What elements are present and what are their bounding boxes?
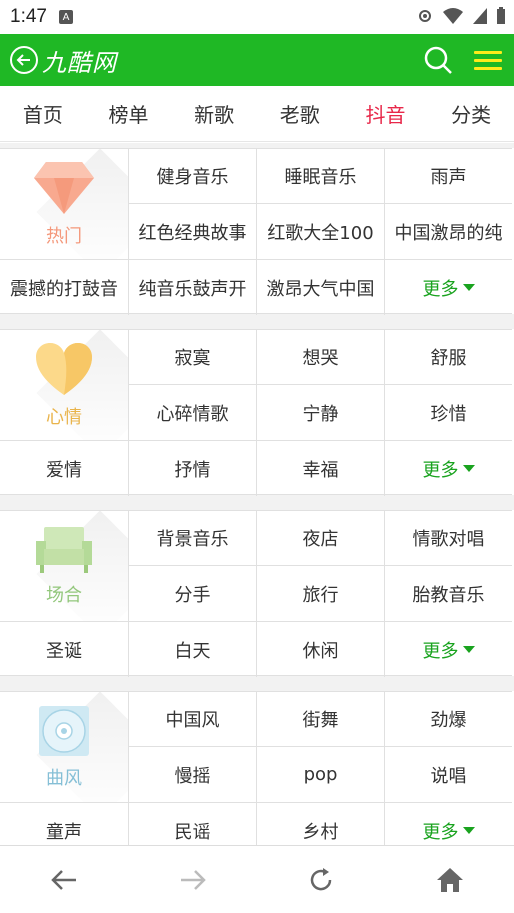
search-icon[interactable] — [418, 40, 458, 80]
tab-categories[interactable]: 分类 — [451, 99, 491, 128]
bottom-nav — [0, 845, 514, 913]
arrow-right-icon[interactable] — [163, 855, 223, 905]
more-label: 更多 — [422, 278, 459, 300]
back-circle-icon[interactable] — [10, 46, 38, 74]
tag-item[interactable]: 胎教音乐 — [385, 566, 512, 622]
caret-down-icon — [462, 646, 475, 653]
tag-item[interactable]: 中国激昂的纯 — [385, 204, 512, 260]
more-label: 更多 — [422, 640, 459, 662]
signal-icon — [473, 8, 487, 24]
tag-item[interactable]: 舒服 — [385, 330, 512, 385]
tag-item[interactable]: 心碎情歌 — [129, 385, 257, 441]
category-hot[interactable]: 热门 — [0, 149, 129, 260]
category-occasion[interactable]: 场合 — [0, 511, 129, 622]
tag-item[interactable]: 休闲 — [257, 622, 385, 677]
tag-item[interactable]: 街舞 — [257, 692, 385, 747]
tab-charts[interactable]: 榜单 — [108, 99, 148, 128]
section-mood: 心情 寂寞 想哭 舒服 心碎情歌 宁静 珍惜 爱情 抒情 幸福 更多 — [0, 329, 514, 496]
refresh-icon[interactable] — [291, 855, 351, 905]
tag-item[interactable]: 童声 — [0, 803, 129, 845]
category-label: 场合 — [46, 585, 82, 606]
tag-item[interactable]: 寂寞 — [129, 330, 257, 385]
more-button[interactable]: 更多 — [385, 622, 512, 677]
tag-item[interactable]: 白天 — [129, 622, 257, 677]
section-genre: 曲风 中国风 街舞 劲爆 慢摇 pop 说唱 童声 民谣 乡村 更多 — [0, 691, 514, 845]
tag-item[interactable]: 抒情 — [129, 441, 257, 496]
tag-item[interactable]: 雨声 — [385, 149, 512, 204]
menu-icon[interactable] — [472, 44, 504, 76]
category-label: 曲风 — [46, 768, 82, 789]
tag-item[interactable]: 说唱 — [385, 747, 512, 803]
notification-icon: A — [58, 10, 73, 24]
tag-item[interactable]: 睡眠音乐 — [257, 149, 385, 204]
caret-down-icon — [462, 284, 475, 291]
tag-item[interactable]: 分手 — [129, 566, 257, 622]
sofa-icon — [36, 527, 92, 573]
category-mood[interactable]: 心情 — [0, 330, 129, 441]
category-label: 心情 — [46, 407, 82, 428]
tag-item[interactable]: 纯音乐鼓声开 — [129, 260, 257, 315]
home-icon[interactable] — [420, 855, 480, 905]
section-occasion: 场合 背景音乐 夜店 情歌对唱 分手 旅行 胎教音乐 圣诞 白天 休闲 更多 — [0, 510, 514, 677]
tab-old-songs[interactable]: 老歌 — [280, 99, 320, 128]
tag-item[interactable]: 想哭 — [257, 330, 385, 385]
tag-item[interactable]: 劲爆 — [385, 692, 512, 747]
tag-item[interactable]: 健身音乐 — [129, 149, 257, 204]
tag-item[interactable]: 旅行 — [257, 566, 385, 622]
tag-item[interactable]: pop — [257, 747, 385, 803]
tab-home[interactable]: 首页 — [23, 99, 63, 128]
settings-icon — [419, 10, 431, 22]
category-genre[interactable]: 曲风 — [0, 692, 129, 803]
status-time: 1:47 — [10, 6, 47, 27]
more-button[interactable]: 更多 — [385, 803, 512, 845]
caret-down-icon — [462, 827, 475, 834]
tag-item[interactable]: 圣诞 — [0, 622, 129, 677]
tab-new-songs[interactable]: 新歌 — [194, 99, 234, 128]
category-label: 热门 — [46, 226, 82, 247]
tag-item[interactable]: 背景音乐 — [129, 511, 257, 566]
category-list: 热门 健身音乐 睡眠音乐 雨声 红色经典故事 红歌大全100 中国激昂的纯 震撼… — [0, 143, 514, 845]
battery-icon — [497, 7, 505, 24]
tag-item[interactable]: 乡村 — [257, 803, 385, 845]
tag-item[interactable]: 幸福 — [257, 441, 385, 496]
tag-item[interactable]: 夜店 — [257, 511, 385, 566]
tag-item[interactable]: 中国风 — [129, 692, 257, 747]
arrow-left-icon[interactable] — [34, 855, 94, 905]
tag-item[interactable]: 民谣 — [129, 803, 257, 845]
tag-item[interactable]: 震撼的打鼓音 — [0, 260, 129, 315]
more-label: 更多 — [422, 459, 459, 481]
status-bar: 1:47 A — [0, 0, 514, 34]
more-label: 更多 — [422, 821, 459, 843]
tag-item[interactable]: 情歌对唱 — [385, 511, 512, 566]
app-title: 九酷网 — [42, 48, 117, 77]
tab-douyin[interactable]: 抖音 — [365, 99, 405, 128]
status-icons — [416, 7, 506, 25]
more-button[interactable]: 更多 — [385, 260, 512, 315]
heart-icon — [36, 343, 92, 395]
caret-down-icon — [462, 465, 475, 472]
disc-icon — [39, 706, 89, 756]
nav-tabs: 首页 榜单 新歌 老歌 抖音 分类 — [0, 86, 514, 142]
app-bar: 九酷网 — [0, 34, 514, 86]
tag-item[interactable]: 激昂大气中国 — [257, 260, 385, 315]
tag-item[interactable]: 红歌大全100 — [257, 204, 385, 260]
tag-item[interactable]: 慢摇 — [129, 747, 257, 803]
tag-item[interactable]: 红色经典故事 — [129, 204, 257, 260]
tag-item[interactable]: 宁静 — [257, 385, 385, 441]
wifi-icon — [443, 8, 463, 24]
tag-item[interactable]: 爱情 — [0, 441, 129, 496]
tag-item[interactable]: 珍惜 — [385, 385, 512, 441]
diamond-icon — [34, 162, 94, 214]
section-hot: 热门 健身音乐 睡眠音乐 雨声 红色经典故事 红歌大全100 中国激昂的纯 震撼… — [0, 148, 514, 315]
more-button[interactable]: 更多 — [385, 441, 512, 496]
